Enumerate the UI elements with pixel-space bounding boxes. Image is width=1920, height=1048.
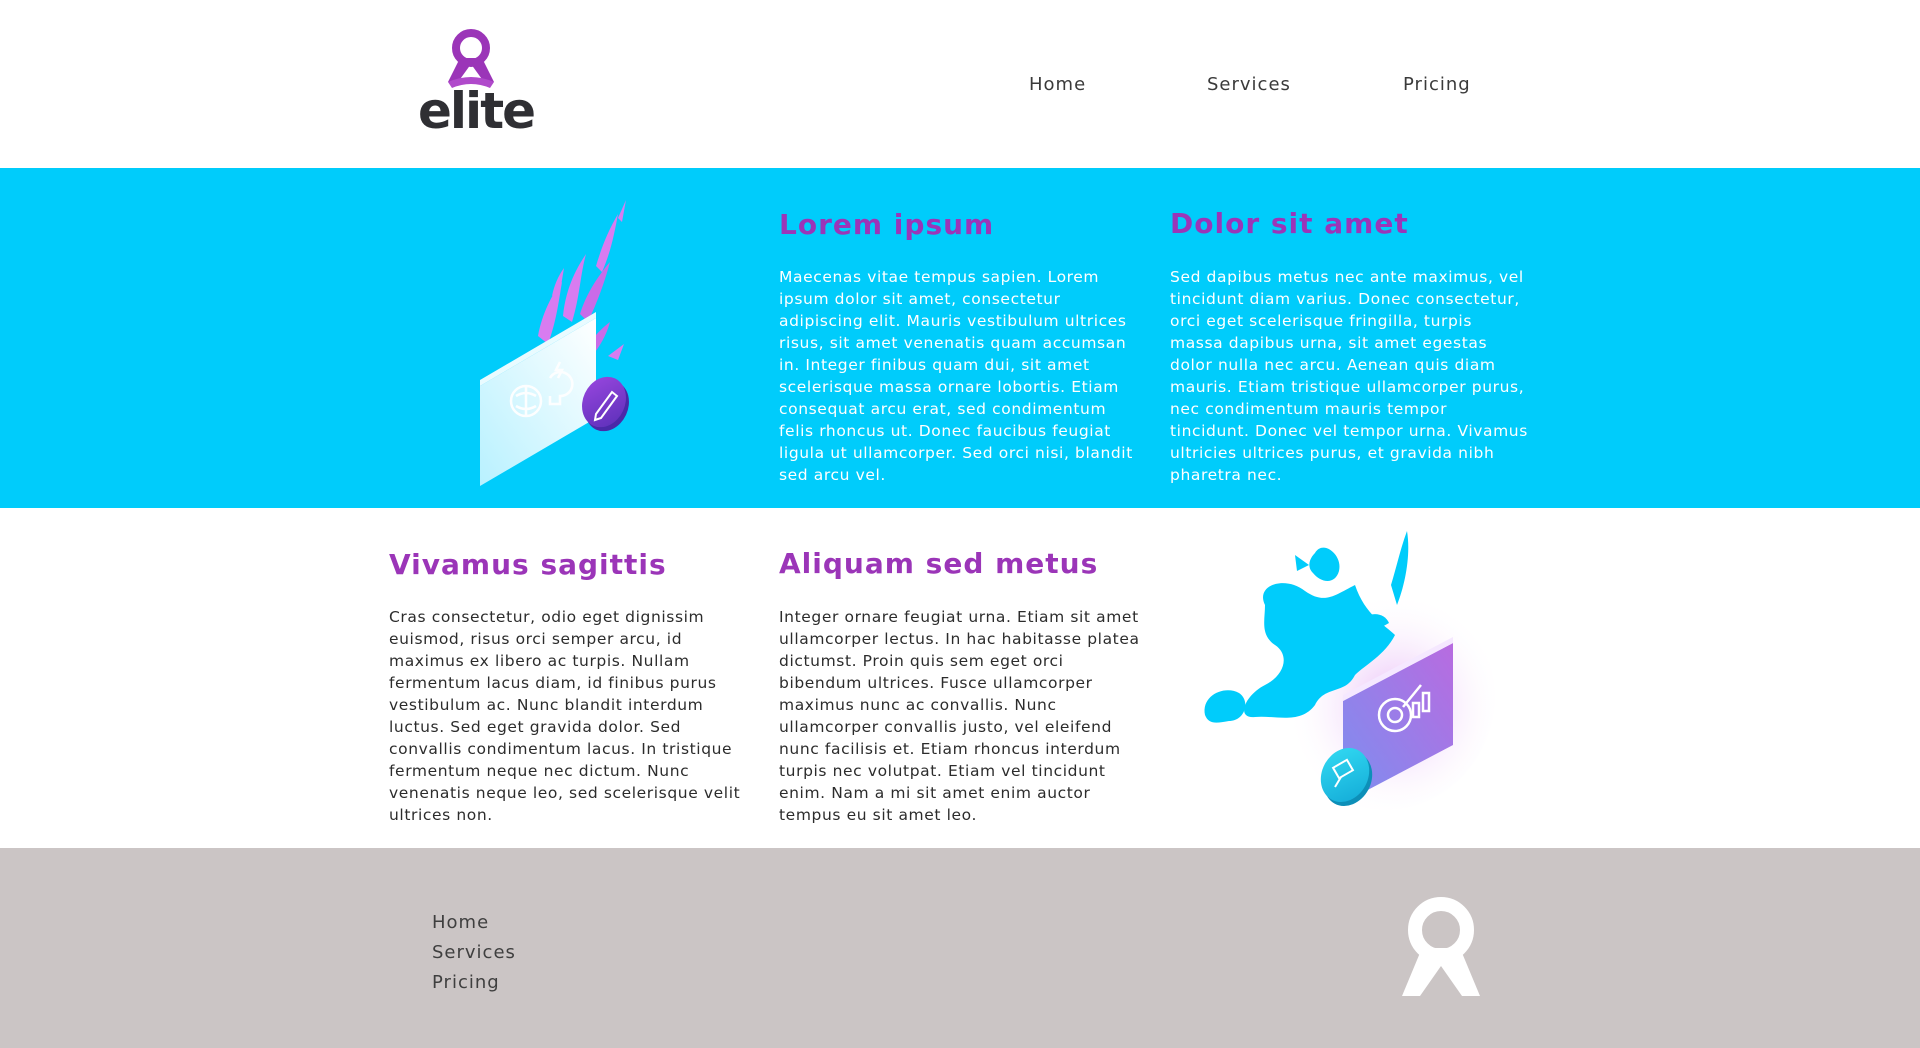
ribbon-logo-icon[interactable] [1400,896,1482,998]
feature-title: Dolor sit amet [1170,207,1409,240]
feature-text: Maecenas vitae tempus sapien. Lorem ipsu… [779,268,1133,484]
nav-home-link[interactable]: Home [1029,74,1086,95]
target-chart-brush-icon [1204,531,1495,810]
footer-nav: Home Services Pricing [432,908,516,998]
footer-home-link[interactable]: Home [432,908,516,938]
brain-idea-pencil-icon [480,200,629,486]
feature-text: Integer ornare feugiat urna. Etiam sit a… [779,608,1140,824]
footer-pricing-link[interactable]: Pricing [432,968,516,998]
main-nav: Home Services Pricing [0,74,1920,98]
site-header: elite Home Services Pricing [0,0,1920,168]
feature-title: Vivamus sagittis [389,548,667,581]
feature-text: Cras consectetur, odio eget dignissim eu… [389,608,741,824]
feature-title: Aliquam sed metus [779,547,1099,580]
footer-services-link[interactable]: Services [432,938,516,968]
site-footer: Home Services Pricing [0,848,1920,1048]
feature-title: Lorem ipsum [779,208,995,241]
feature-text: Sed dapibus metus nec ante maximus, vel … [1170,268,1528,484]
nav-services-link[interactable]: Services [1207,74,1291,95]
nav-pricing-link[interactable]: Pricing [1403,74,1471,95]
